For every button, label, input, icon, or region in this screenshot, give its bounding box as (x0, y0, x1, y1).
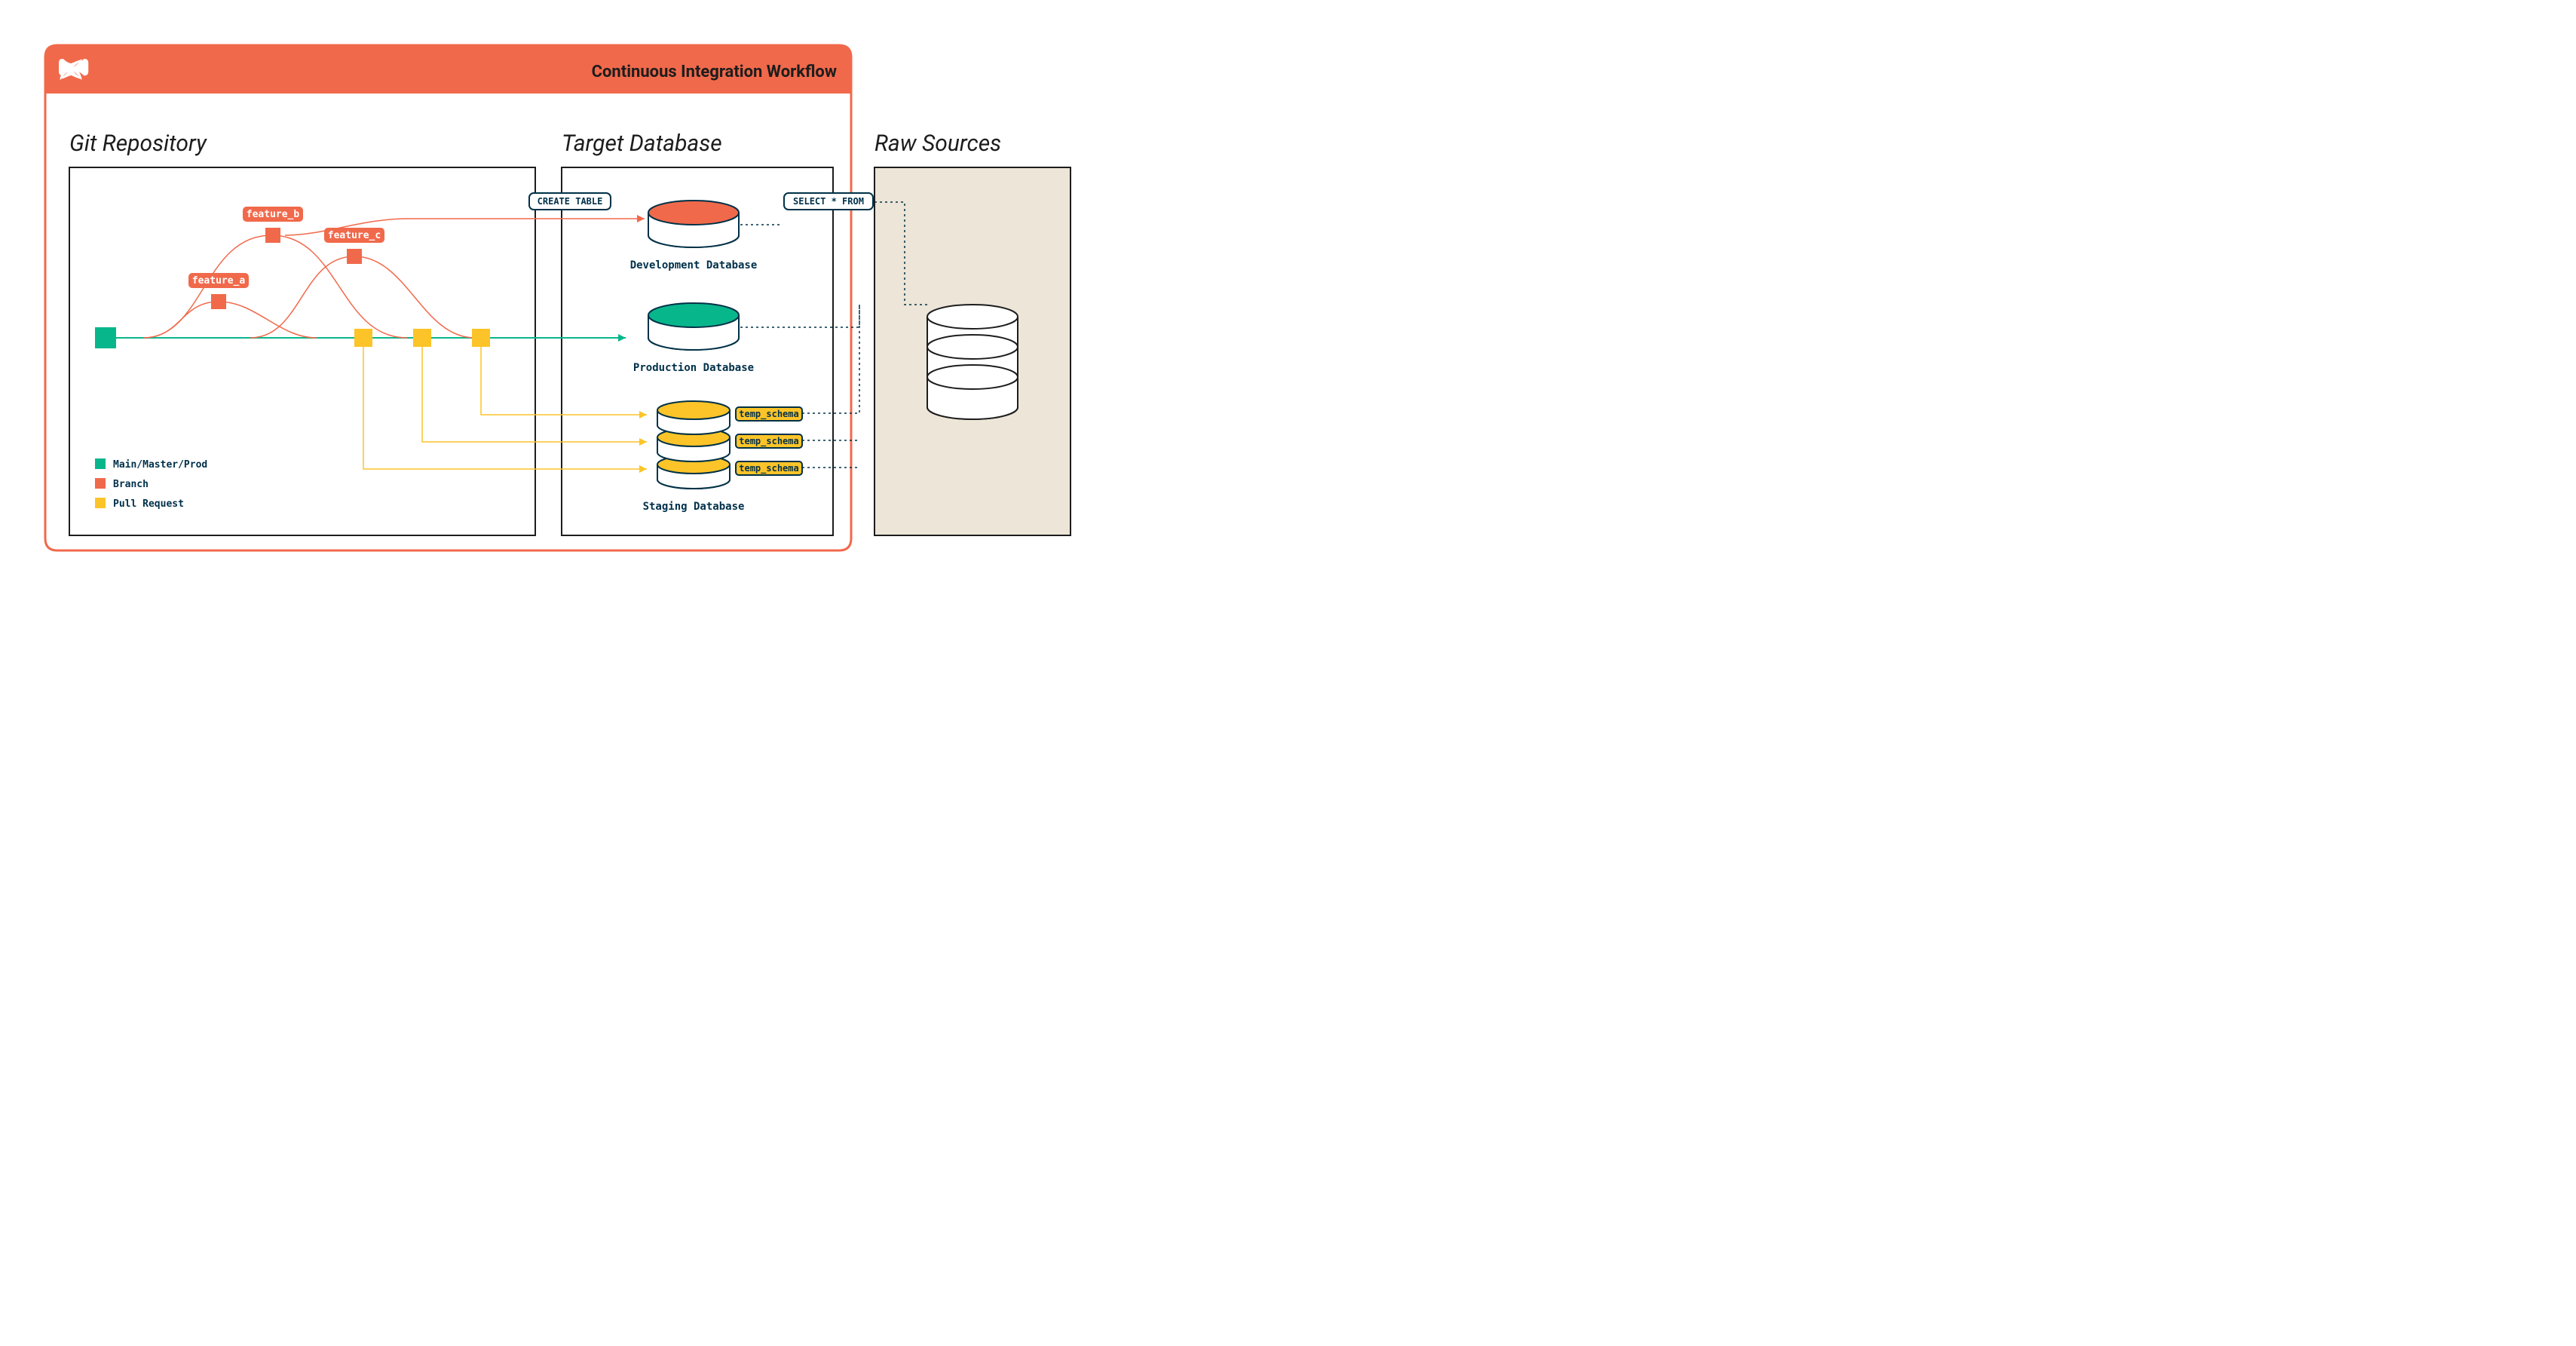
svg-text:SELECT * FROM: SELECT * FROM (793, 196, 864, 207)
svg-text:temp_schema: temp_schema (739, 436, 798, 447)
svg-text:CREATE TABLE: CREATE TABLE (538, 196, 603, 207)
dev-db-label: Development Database (630, 259, 758, 271)
temp-schema-pill-0: temp_schema (736, 407, 802, 421)
temp-schema-pill-2: temp_schema (736, 461, 802, 475)
staging-db-icon (657, 401, 730, 489)
feature-b-badge: feature_b (243, 207, 303, 222)
feature-a-badge: feature_a (188, 273, 249, 288)
legend-pr: Pull Request (113, 498, 184, 510)
svg-text:temp_schema: temp_schema (739, 463, 798, 474)
svg-text:feature_b: feature_b (247, 209, 300, 220)
svg-text:feature_c: feature_c (328, 230, 381, 241)
raw-db-icon (927, 305, 1018, 419)
pr-arrows (363, 347, 647, 473)
feature-c-badge: feature_c (324, 228, 384, 243)
legend-branch: Branch (113, 479, 149, 490)
legend: Main/Master/Prod Branch Pull Request (95, 458, 207, 510)
legend-main: Main/Master/Prod (113, 459, 207, 471)
select-from-pill: SELECT * FROM (784, 193, 873, 210)
window-title: Continuous Integration Workflow (592, 63, 837, 81)
prod-db-label: Production Database (633, 362, 754, 374)
git-heading: Git Repository (69, 130, 207, 157)
create-table-pill: CREATE TABLE (529, 193, 611, 210)
create-table-arrow (528, 215, 645, 222)
target-heading: Target Database (562, 130, 722, 157)
temp-schema-pill-1: temp_schema (736, 434, 802, 448)
staging-db-label: Staging Database (643, 501, 745, 513)
prod-db-icon (648, 303, 739, 350)
svg-text:feature_a: feature_a (192, 275, 246, 287)
raw-heading: Raw Sources (874, 130, 1001, 157)
svg-text:temp_schema: temp_schema (739, 409, 798, 420)
dev-db-icon (648, 201, 739, 247)
